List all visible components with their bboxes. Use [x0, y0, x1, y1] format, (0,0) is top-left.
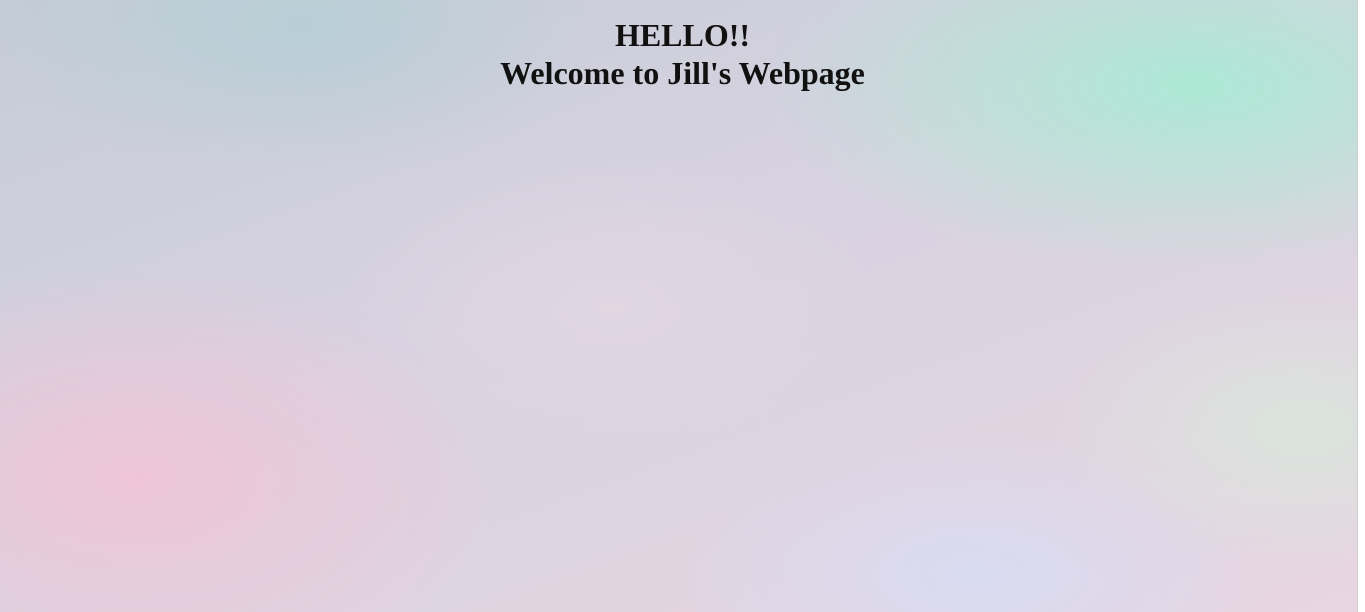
page-header: HELLO!! Welcome to Jill's Webpage: [0, 17, 1365, 93]
greeting-heading: HELLO!!: [614, 17, 751, 53]
welcome-heading: Welcome to Jill's Webpage: [500, 55, 865, 91]
